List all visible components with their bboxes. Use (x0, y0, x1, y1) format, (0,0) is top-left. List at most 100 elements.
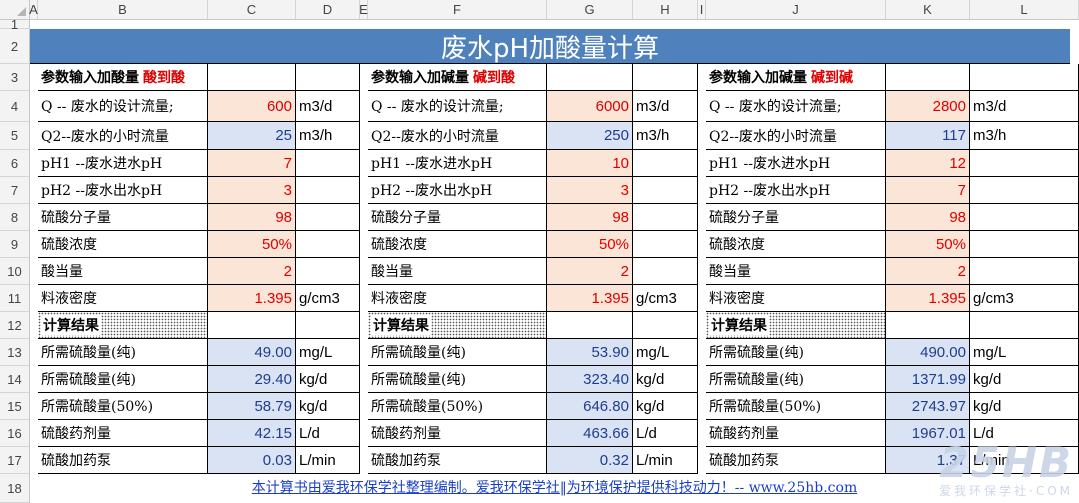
unit-cell[interactable] (633, 204, 698, 231)
input-label[interactable]: 酸当量 (38, 258, 208, 285)
input-value-field[interactable]: 3 (547, 177, 633, 204)
result-label[interactable]: 所需硫酸量(纯) (38, 366, 208, 393)
unit-cell[interactable]: kg/d (296, 393, 360, 420)
result-value[interactable]: 49.00 (208, 339, 296, 366)
unit-cell[interactable] (970, 150, 1079, 177)
row-header-7[interactable]: 7 (0, 177, 30, 204)
unit-cell[interactable] (633, 231, 698, 258)
column-header-d[interactable]: D (296, 0, 360, 20)
column-header-k[interactable]: K (886, 0, 970, 20)
result-label[interactable]: 所需硫酸量(50%) (706, 393, 886, 420)
input-label[interactable]: 酸当量 (368, 258, 547, 285)
input-label[interactable]: 酸当量 (706, 258, 886, 285)
input-label[interactable]: 硫酸分子量 (368, 204, 547, 231)
row-header-17[interactable]: 17 (0, 447, 30, 474)
unit-cell[interactable] (633, 258, 698, 285)
input-label[interactable]: 料液密度 (38, 285, 208, 312)
input-value-field[interactable]: 2 (547, 258, 633, 285)
unit-cell[interactable] (970, 258, 1079, 285)
input-label[interactable]: Q2--废水的小时流量 (38, 122, 208, 150)
unit-cell[interactable]: mg/L (633, 339, 698, 366)
input-label[interactable]: 硫酸浓度 (368, 231, 547, 258)
row-header-15[interactable]: 15 (0, 393, 30, 420)
column-header-l[interactable]: L (970, 0, 1079, 20)
input-value-field[interactable]: 7 (886, 177, 970, 204)
input-label[interactable]: Q2--废水的小时流量 (706, 122, 886, 150)
row-header-3[interactable]: 3 (0, 64, 30, 91)
unit-cell[interactable]: m3/h (296, 122, 360, 150)
unit-cell[interactable]: kg/d (970, 393, 1079, 420)
input-label[interactable]: 硫酸浓度 (706, 231, 886, 258)
result-label[interactable]: 硫酸药剂量 (706, 420, 886, 447)
empty-cell[interactable] (208, 312, 296, 339)
empty-cell[interactable] (547, 312, 633, 339)
column-header-e[interactable]: E (359, 0, 368, 20)
unit-cell[interactable]: kg/d (633, 393, 698, 420)
input-value-field[interactable]: 1.395 (886, 285, 970, 312)
result-value[interactable]: 2743.97 (886, 393, 970, 420)
result-label[interactable]: 硫酸加药泵 (38, 447, 208, 474)
unit-cell[interactable] (296, 231, 360, 258)
result-label[interactable]: 所需硫酸量(纯) (368, 366, 547, 393)
result-value[interactable]: 0.03 (208, 447, 296, 474)
input-value-field[interactable]: 1.395 (208, 285, 296, 312)
result-label[interactable]: 所需硫酸量(纯) (706, 366, 886, 393)
input-label[interactable]: Q2--废水的小时流量 (368, 122, 547, 150)
empty-cell[interactable] (970, 64, 1079, 91)
row-header-11[interactable]: 11 (0, 285, 30, 312)
input-value-field[interactable]: 98 (547, 204, 633, 231)
empty-cell[interactable] (208, 64, 296, 91)
column-header-b[interactable]: B (38, 0, 208, 20)
unit-cell[interactable] (970, 177, 1079, 204)
input-label[interactable]: Q -- 废水的设计流量; (706, 91, 886, 122)
column-header-h[interactable]: H (633, 0, 698, 20)
unit-cell[interactable] (296, 150, 360, 177)
result-label[interactable]: 硫酸药剂量 (38, 420, 208, 447)
results-header[interactable]: 计算结果 (368, 312, 547, 339)
row-header-1[interactable]: 1 (0, 17, 30, 32)
input-label[interactable]: 硫酸分子量 (38, 204, 208, 231)
input-value-field[interactable]: 1.395 (547, 285, 633, 312)
sheet-title[interactable]: 废水pH加酸量计算 (30, 29, 1070, 64)
input-label[interactable]: pH1 --废水进水pH (368, 150, 547, 177)
result-label[interactable]: 硫酸加药泵 (368, 447, 547, 474)
unit-cell[interactable]: kg/d (970, 366, 1079, 393)
result-value[interactable]: 58.79 (208, 393, 296, 420)
column-header-a[interactable]: A (29, 0, 38, 20)
input-label[interactable]: 料液密度 (706, 285, 886, 312)
unit-cell[interactable]: m3/d (633, 91, 698, 122)
empty-cell[interactable] (886, 312, 970, 339)
unit-cell[interactable] (633, 177, 698, 204)
input-label[interactable]: pH2 --废水出水pH (706, 177, 886, 204)
unit-cell[interactable]: mg/L (970, 339, 1079, 366)
input-label[interactable]: pH2 --废水出水pH (38, 177, 208, 204)
column-header-c[interactable]: C (208, 0, 296, 20)
input-value-field[interactable]: 12 (886, 150, 970, 177)
input-label[interactable]: pH1 --废水进水pH (38, 150, 208, 177)
result-value[interactable]: 463.66 (547, 420, 633, 447)
result-label[interactable]: 所需硫酸量(50%) (38, 393, 208, 420)
result-label[interactable]: 所需硫酸量(纯) (706, 339, 886, 366)
result-value[interactable]: 323.40 (547, 366, 633, 393)
result-label[interactable]: 硫酸加药泵 (706, 447, 886, 474)
unit-cell[interactable]: m3/d (296, 91, 360, 122)
input-label[interactable]: pH1 --废水进水pH (706, 150, 886, 177)
input-value-field[interactable]: 2 (886, 258, 970, 285)
empty-cell[interactable] (886, 64, 970, 91)
result-value[interactable]: 490.00 (886, 339, 970, 366)
input-value-field[interactable]: 3 (208, 177, 296, 204)
unit-cell[interactable]: m3/h (633, 122, 698, 150)
column-header-g[interactable]: G (547, 0, 633, 20)
row-header-10[interactable]: 10 (0, 258, 30, 285)
row-header-6[interactable]: 6 (0, 150, 30, 177)
result-value[interactable]: 646.80 (547, 393, 633, 420)
unit-cell[interactable]: g/cm3 (633, 285, 698, 312)
unit-cell[interactable] (296, 258, 360, 285)
unit-cell[interactable]: L/min (296, 447, 360, 474)
input-value-field[interactable]: 98 (886, 204, 970, 231)
row-header-4[interactable]: 4 (0, 91, 30, 122)
result-value[interactable]: 53.90 (547, 339, 633, 366)
input-value-field[interactable]: 50% (886, 231, 970, 258)
row-header-13[interactable]: 13 (0, 339, 30, 366)
result-value[interactable]: 29.40 (208, 366, 296, 393)
